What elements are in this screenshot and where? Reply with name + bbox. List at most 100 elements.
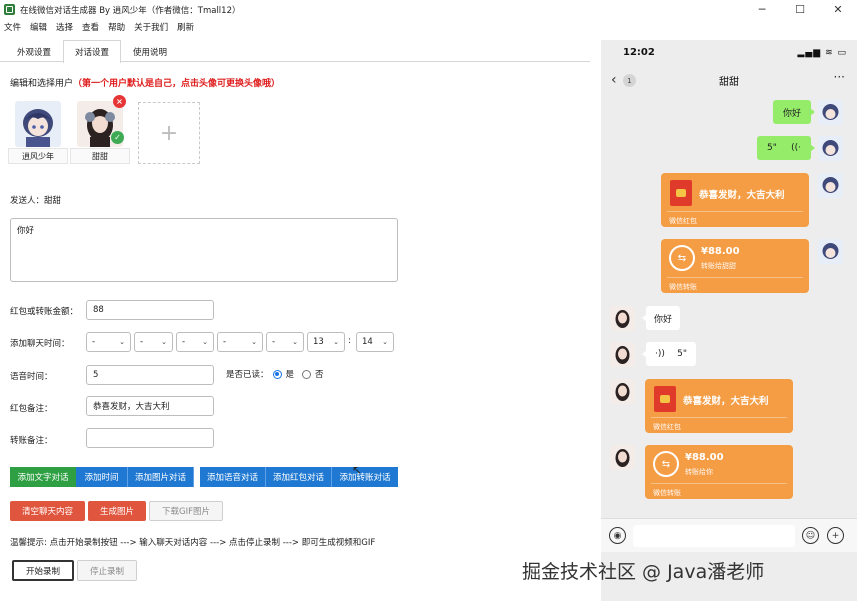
card-divider <box>651 417 787 418</box>
status-icons: ▂▄▆ ≋ ▭ <box>797 48 847 58</box>
weekday-value: - <box>223 337 227 347</box>
other-avatar-icon <box>610 445 635 470</box>
window-title: 在线微信对话生成器 By 逍风少年（作者微信：Tmall12） <box>20 5 241 16</box>
voice-wave-icon: ·)) <box>655 349 665 359</box>
menu-file[interactable]: 文件 <box>4 21 21 33</box>
my-transfer-card: ⇆ ¥88.00 转账给甜甜 微信转账 <box>661 239 809 293</box>
redpack-note-input[interactable]: 恭喜发财，大吉大利 <box>86 396 214 416</box>
add-text-button[interactable]: 添加文字对话 <box>10 467 76 487</box>
sender-line: 发送人：甜甜 <box>10 194 61 206</box>
chat-title: 甜甜 <box>719 77 739 88</box>
add-voice-button[interactable]: 添加语音对话 <box>200 467 266 487</box>
more-icon[interactable]: ··· <box>834 70 845 84</box>
plus-icon: + <box>159 120 179 146</box>
emoji-icon[interactable]: ☺ <box>802 527 819 544</box>
read-status: 是否已读： 是 否 <box>226 368 324 380</box>
message-textarea[interactable]: 你好 <box>10 218 398 282</box>
voice-input-icon[interactable]: ◉ <box>609 527 626 544</box>
chevron-down-icon: ⌄ <box>382 338 388 346</box>
maximize-button[interactable]: ☐ <box>781 0 819 19</box>
selected-check-icon: ✓ <box>111 131 124 144</box>
add-redpack-button[interactable]: 添加红包对话 <box>266 467 332 487</box>
sender-name: 甜甜 <box>44 196 62 206</box>
avatar-anime-boy-icon <box>15 101 61 147</box>
add-transfer-button[interactable]: 添加转账对话 <box>332 467 398 487</box>
user-name-1: 逍风少年 <box>8 148 68 164</box>
chevron-down-icon: ⌄ <box>333 338 339 346</box>
my-avatar-icon <box>818 173 843 198</box>
transfer-icon: ⇆ <box>653 451 679 477</box>
voice-label: 语音时间： <box>10 372 53 382</box>
voice-input[interactable]: 5 <box>86 365 214 385</box>
chat-input-field[interactable] <box>633 525 795 547</box>
tab-dialog[interactable]: 对话设置 <box>63 40 122 63</box>
menu-view[interactable]: 查看 <box>82 21 99 33</box>
read-label: 是否已读： <box>226 370 269 380</box>
other-avatar-icon <box>610 379 635 404</box>
weekday-select[interactable]: - ⌄ <box>217 332 263 352</box>
user-section-title: 编辑和选择用户（第一个用户默认是自己，点击头像可更换头像哦） <box>10 76 280 89</box>
remove-user-icon[interactable]: × <box>113 95 126 108</box>
plus-icon[interactable]: + <box>827 527 844 544</box>
card-divider <box>667 211 803 212</box>
close-button[interactable]: ✕ <box>819 0 857 19</box>
hour-select[interactable]: 13 ⌄ <box>307 332 345 352</box>
my-avatar-icon <box>818 100 843 125</box>
menu-help[interactable]: 帮助 <box>108 21 125 33</box>
read-no-radio[interactable] <box>302 369 312 379</box>
menu-edit[interactable]: 编辑 <box>30 21 47 33</box>
tab-usage[interactable]: 使用说明 <box>121 40 179 62</box>
stop-record-button[interactable]: 停止录制 <box>77 560 137 581</box>
my-transfer-sub: 转账给甜甜 <box>701 262 736 270</box>
my-avatar-icon <box>818 239 843 264</box>
my-transfer-foot: 微信转账 <box>669 283 697 291</box>
year-value: - <box>92 337 96 347</box>
other-avatar-icon <box>610 306 635 331</box>
card-divider <box>667 277 803 278</box>
mouse-cursor-icon: ↖ <box>352 463 363 477</box>
clear-chat-button[interactable]: 清空聊天内容 <box>10 501 85 521</box>
time-label: 添加聊天时间： <box>10 339 70 349</box>
menu-select[interactable]: 选择 <box>56 21 73 33</box>
tab-appearance[interactable]: 外观设置 <box>5 40 63 62</box>
chevron-down-icon: ⌄ <box>119 338 125 346</box>
transfer-note-input[interactable] <box>86 428 214 448</box>
other-voice-duration: 5" <box>677 349 687 359</box>
hour-value: 13 <box>313 337 324 347</box>
read-yes-radio[interactable] <box>272 369 282 379</box>
other-voice-bubble: ·)) 5" <box>642 342 696 366</box>
user-avatar-2[interactable]: × ✓ <box>77 95 126 147</box>
menu-bar: 文件 编辑 选择 查看 帮助 关于我们 刷新 <box>0 19 194 34</box>
tip-text: 温馨提示: 点击开始录制按钮 ---> 输入聊天对话内容 ---> 点击停止录制… <box>10 538 376 548</box>
add-image-button[interactable]: 添加图片对话 <box>128 467 194 487</box>
day-select[interactable]: - ⌄ <box>176 332 214 352</box>
amount-input[interactable]: 88 <box>86 300 214 320</box>
download-gif-button[interactable]: 下载GIF图片 <box>149 501 223 521</box>
chevron-down-icon: ⌄ <box>292 338 298 346</box>
start-record-button[interactable]: 开始录制 <box>12 560 74 581</box>
card-divider <box>651 483 787 484</box>
year-select[interactable]: - ⌄ <box>86 332 131 352</box>
app-icon <box>4 4 15 15</box>
generate-image-button[interactable]: 生成图片 <box>88 501 146 521</box>
minimize-button[interactable]: ─ <box>743 0 781 19</box>
window-controls: ─ ☐ ✕ <box>743 0 857 19</box>
minute-select[interactable]: 14 ⌄ <box>356 332 394 352</box>
my-text-bubble: 你好 <box>773 100 815 124</box>
month-select[interactable]: - ⌄ <box>134 332 173 352</box>
watermark-text: 掘金技术社区 @ Java潘老师 <box>522 561 765 583</box>
other-transfer-card: ⇆ ¥88.00 转账给你 微信转账 <box>645 445 793 499</box>
my-transfer-amount: ¥88.00 <box>701 246 740 257</box>
menu-refresh[interactable]: 刷新 <box>177 21 194 33</box>
settings-tabs: 外观设置 对话设置 使用说明 <box>0 40 590 63</box>
my-redpack-foot: 微信红包 <box>669 217 697 225</box>
period-value: - <box>272 337 276 347</box>
menu-about[interactable]: 关于我们 <box>134 21 168 33</box>
period-select[interactable]: - ⌄ <box>266 332 304 352</box>
read-no-label: 否 <box>315 370 324 380</box>
add-user-button[interactable]: + <box>138 102 200 164</box>
add-time-button[interactable]: 添加时间 <box>76 467 128 487</box>
chevron-down-icon: ⌄ <box>161 338 167 346</box>
user-avatar-1[interactable] <box>15 101 61 147</box>
other-transfer-sub: 转账给你 <box>685 468 713 476</box>
